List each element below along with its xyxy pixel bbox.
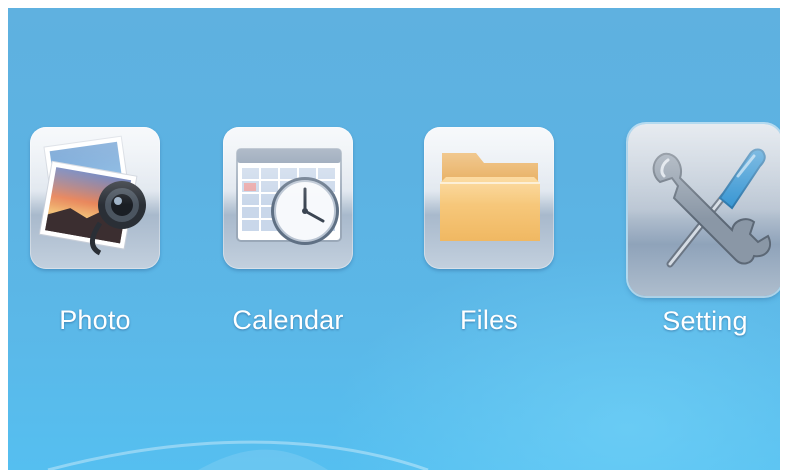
- calendar-clock-icon: [236, 148, 342, 245]
- photo-icon: [38, 135, 146, 256]
- calendar-tile[interactable]: [223, 127, 353, 269]
- menu-item-label: Photo: [59, 305, 131, 335]
- photo-tile[interactable]: [30, 127, 160, 269]
- menu-item-files[interactable]: Files: [414, 127, 564, 336]
- files-tile[interactable]: [424, 127, 554, 269]
- menu-item-label: Files: [459, 305, 518, 335]
- wrench-screwdriver-icon: [652, 148, 772, 268]
- menu-item-label: Setting: [662, 306, 748, 336]
- setting-tile[interactable]: [628, 124, 780, 296]
- menu-item-photo[interactable]: Photo: [20, 127, 170, 336]
- menu-item-setting[interactable]: Setting: [620, 124, 780, 337]
- home-screen: Photo Calendar Files Setting: [8, 8, 780, 470]
- folder-icon: [440, 153, 540, 241]
- menu-item-label: Calendar: [232, 305, 344, 335]
- menu-item-calendar[interactable]: Calendar: [213, 127, 363, 336]
